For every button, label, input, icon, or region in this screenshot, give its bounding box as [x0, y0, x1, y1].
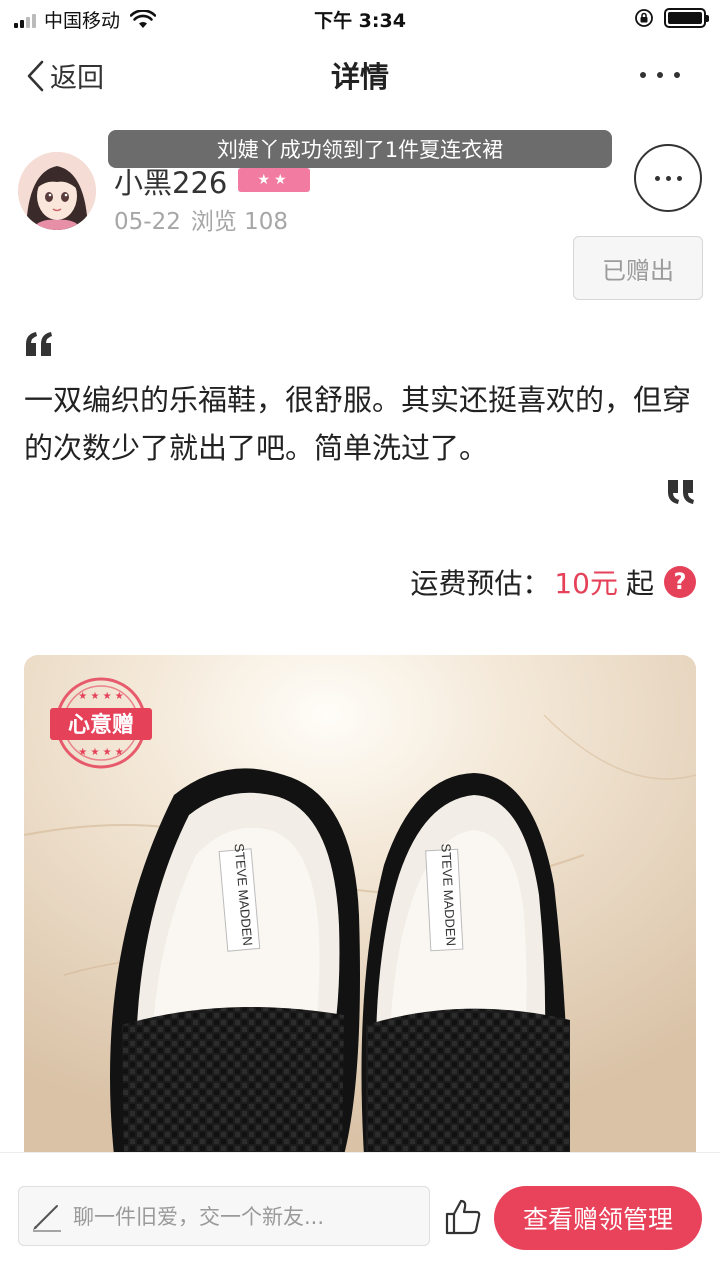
quote-open-icon	[26, 332, 52, 356]
status-bar-right	[634, 8, 709, 28]
bottom-bar: 聊一件旧爱，交一个新友... 查看赠领管理	[0, 1152, 720, 1280]
status-bar: 中国移动 下午 3:34	[0, 0, 720, 38]
nav-bar: 返回 详情	[0, 38, 720, 110]
shipping-label: 运费预估：	[410, 567, 551, 600]
lock-rotation-icon	[635, 9, 653, 27]
item-photo[interactable]: STEVE MADDEN STEVE MADDEN 心意赠 ★ ★ ★ ★ ★ …	[24, 655, 696, 1155]
pen-icon	[33, 1205, 61, 1232]
stamp-text: 心意赠	[68, 712, 134, 738]
avatar-illustration	[18, 152, 96, 230]
battery-icon	[664, 8, 709, 28]
more-dots-icon[interactable]	[640, 60, 680, 90]
stamp-icon: 心意赠 ★ ★ ★ ★ ★ ★ ★ ★	[50, 677, 152, 769]
svg-text:★ ★ ★ ★: ★ ★ ★ ★	[78, 747, 123, 758]
chat-placeholder: 聊一件旧爱，交一个新友...	[73, 1205, 325, 1229]
level-badge: ★★	[238, 168, 310, 192]
status-time: 下午 3:34	[314, 10, 406, 32]
toast-notification: 刘婕丫成功领到了1件夏连衣裙	[108, 130, 612, 168]
given-status-button: 已赠出	[573, 236, 703, 300]
view-count: 浏览 108	[190, 209, 289, 235]
post-description: 一双编织的乐福鞋，很舒服。其实还挺喜欢的，但穿的次数少了就出了吧。简单洗过了。	[24, 383, 692, 465]
quote-close-icon	[668, 480, 694, 504]
avatar[interactable]	[18, 152, 96, 230]
user-more-button[interactable]	[634, 144, 702, 212]
page-title: 详情	[330, 60, 389, 94]
shipping-price: 10元	[554, 567, 618, 600]
chat-input[interactable]: 聊一件旧爱，交一个新友...	[18, 1186, 430, 1246]
help-icon[interactable]: ?	[664, 566, 696, 598]
view-gift-management-button[interactable]: 查看赠领管理	[494, 1186, 702, 1250]
post-date: 05-22	[114, 209, 181, 235]
thumbs-up-icon[interactable]	[443, 1197, 483, 1237]
shipping-suffix: 起	[625, 567, 654, 600]
post-meta: 05-22 浏览 108	[114, 202, 288, 236]
svg-text:★ ★ ★ ★: ★ ★ ★ ★	[78, 691, 123, 702]
shipping-estimate: 运费预估： 10元 起 ?	[410, 562, 696, 602]
